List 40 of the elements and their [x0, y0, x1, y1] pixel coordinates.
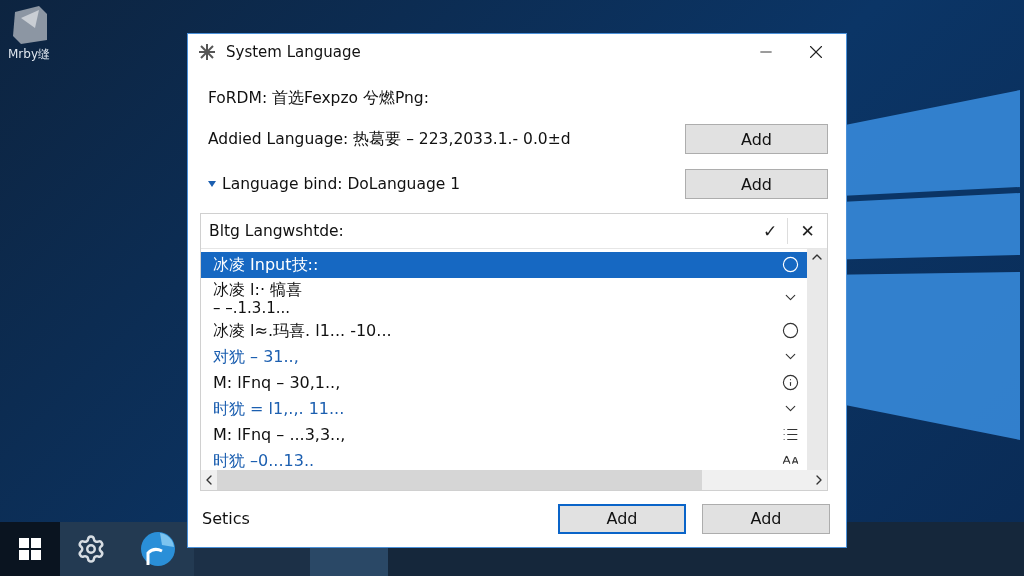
language-name: M: lFnq – 30,1..,: [213, 372, 342, 393]
list-header: Bltg Langwshtde:: [209, 221, 345, 240]
clear-button[interactable]: ✕: [787, 217, 827, 244]
circle-icon: [782, 322, 799, 340]
add-button[interactable]: Add: [702, 503, 830, 534]
language-name: 冰凌 Input技::: [213, 254, 320, 275]
language-name: 冰凌 l≈.玛喜. l1... -10...: [213, 320, 393, 341]
add-button[interactable]: Add: [685, 124, 828, 155]
form-text: FoRDM: 首选Fexpzo 兮燃Png:: [207, 88, 430, 110]
settings-icon[interactable]: [76, 534, 106, 564]
footer-label: Setics: [202, 509, 251, 529]
add-button[interactable]: Add: [685, 169, 828, 200]
language-detail: – –.1.3.1...: [213, 299, 291, 316]
setting-label: Language bind: DoLanguage 1: [208, 175, 685, 194]
language-name: 时犹 = l1,.,. 11...: [213, 398, 346, 419]
language-row[interactable]: 时犹 –0...13..: [201, 447, 807, 470]
language-row[interactable]: M: lFnq – 30,1..,: [201, 369, 807, 396]
language-row[interactable]: M: lFnq – ...3,3..,: [201, 421, 807, 448]
add-button[interactable]: Add: [558, 503, 686, 534]
horizontal-scrollbar[interactable]: [201, 469, 827, 490]
language-row[interactable]: 冰凌 l≈.玛喜. l1... -10...: [201, 317, 807, 344]
language-row[interactable]: 时犹 = l1,.,. 11...: [201, 395, 807, 422]
language-row[interactable]: 冰凌 Input技::: [201, 251, 807, 278]
info-icon: [782, 374, 799, 392]
language-name: 对犹 – 31..,: [213, 346, 300, 367]
scrollbar-thumb[interactable]: [217, 469, 702, 490]
language-name: M: lFnq – ...3,3..,: [213, 424, 347, 445]
setting-label: Addied Language: 热葛要 – 223,2033.1.- 0.0±d: [208, 128, 572, 150]
browser-app-icon[interactable]: [140, 531, 176, 567]
vertical-scrollbar[interactable]: [807, 248, 827, 470]
language-row[interactable]: 对犹 – 31..,: [201, 343, 807, 370]
language-name: 冰凌 l:· 犒喜: [213, 279, 304, 300]
windows-start-icon[interactable]: [19, 538, 41, 560]
language-name: 时犹 –0...13..: [213, 450, 316, 470]
expand-triangle-icon[interactable]: [208, 181, 216, 188]
desktop-icon-label: Mrby缝: [8, 46, 50, 63]
confirm-button[interactable]: ✓: [753, 217, 787, 244]
window-title: System Language: [226, 43, 362, 62]
language-row[interactable]: 冰凌 l:· 犒喜 – –.1.3.1...: [201, 277, 807, 318]
circle-icon: [782, 256, 799, 274]
